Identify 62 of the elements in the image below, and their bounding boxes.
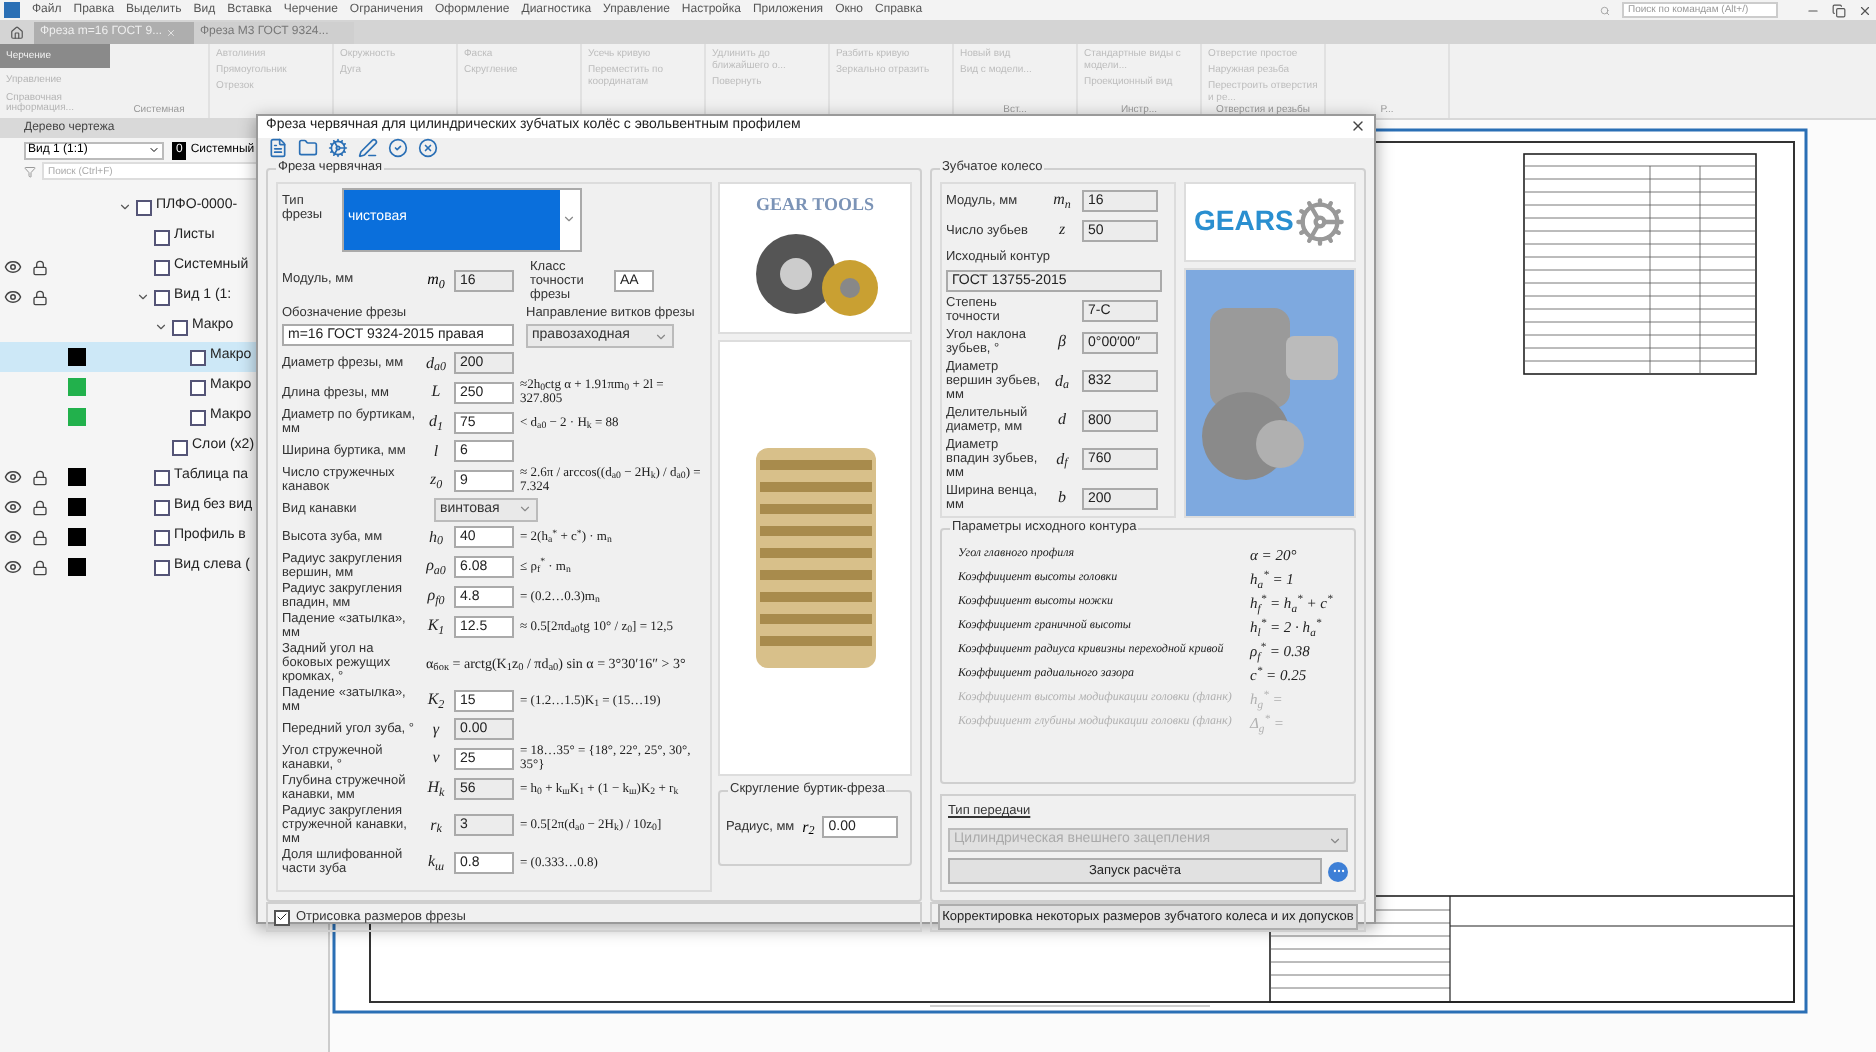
math-symbol: ρ$_{a0}$ [426, 554, 446, 579]
math-symbol: d$_{a0}$ [426, 351, 446, 376]
math-symbol: γ [432, 717, 440, 742]
pen-icon[interactable] [358, 137, 378, 157]
math-symbol: h$_{0}$ [429, 525, 443, 550]
lock-icon[interactable] [32, 559, 48, 575]
chevron-icon [562, 212, 576, 226]
math-symbol: β [1058, 330, 1066, 355]
expand-icon[interactable] [136, 290, 150, 304]
lock-icon[interactable] [32, 529, 48, 545]
math-symbol: d$_{1}$ [429, 410, 443, 435]
filter-icon[interactable] [24, 165, 36, 177]
math-symbol: L [431, 380, 441, 405]
checkbox[interactable] [274, 909, 290, 925]
math-symbol: K$_{1}$ [427, 614, 445, 639]
math-symbol: k$_{ш}$ [427, 850, 445, 875]
close-icon[interactable] [1350, 118, 1366, 135]
more-icon[interactable] [1328, 861, 1348, 881]
restore-icon[interactable] [1832, 3, 1846, 17]
folder-icon[interactable] [298, 137, 318, 157]
math-symbol: d$_{f}$ [1056, 447, 1068, 472]
math-symbol: b [1058, 486, 1066, 511]
eye-icon[interactable] [3, 528, 21, 546]
search-icon [1600, 5, 1610, 15]
close-icon[interactable] [1858, 3, 1872, 17]
app-logo-icon [4, 2, 20, 18]
expand-icon[interactable] [118, 200, 132, 214]
math-symbol: z [1058, 218, 1066, 242]
math-symbol: m$_{0}$ [427, 268, 445, 292]
math-symbol: d [1058, 408, 1066, 433]
chevron-icon [518, 502, 532, 517]
math-symbol: ρ$_{f0}$ [427, 584, 445, 609]
math-symbol: d$_{a}$ [1055, 369, 1069, 394]
math-symbol: l [433, 439, 439, 464]
home-icon[interactable] [10, 26, 24, 40]
math-symbol: ν [432, 746, 440, 771]
logo-text: GEARS [1194, 202, 1294, 240]
eye-icon[interactable] [3, 258, 21, 276]
chevron-icon [654, 329, 668, 344]
cancel-icon[interactable] [418, 137, 438, 157]
chevron-icon [1328, 833, 1342, 847]
math-symbol: K$_{2}$ [427, 688, 445, 713]
lock-icon[interactable] [32, 259, 48, 275]
gears-icon[interactable] [328, 137, 348, 157]
eye-icon[interactable] [3, 468, 21, 486]
math-symbol: r$_{k}$ [430, 813, 442, 838]
eye-icon[interactable] [3, 558, 21, 576]
math-symbol: r$_{2}$ [802, 815, 815, 839]
file-icon[interactable] [268, 137, 288, 157]
math-symbol: z$_{0}$ [429, 468, 443, 493]
lock-icon[interactable] [32, 469, 48, 485]
eye-icon[interactable] [3, 498, 21, 516]
eye-icon[interactable] [3, 288, 21, 306]
math-symbol: H$_{k}$ [427, 776, 445, 801]
lock-icon[interactable] [32, 499, 48, 515]
logo-text: GEAR TOOLS [756, 191, 874, 217]
math-symbol: m$_{n}$ [1053, 188, 1071, 212]
gear-icon [1294, 195, 1346, 247]
expand-icon[interactable] [154, 320, 168, 334]
chevron-icon [148, 144, 160, 156]
ok-icon[interactable] [388, 137, 408, 157]
lock-icon[interactable] [32, 289, 48, 305]
